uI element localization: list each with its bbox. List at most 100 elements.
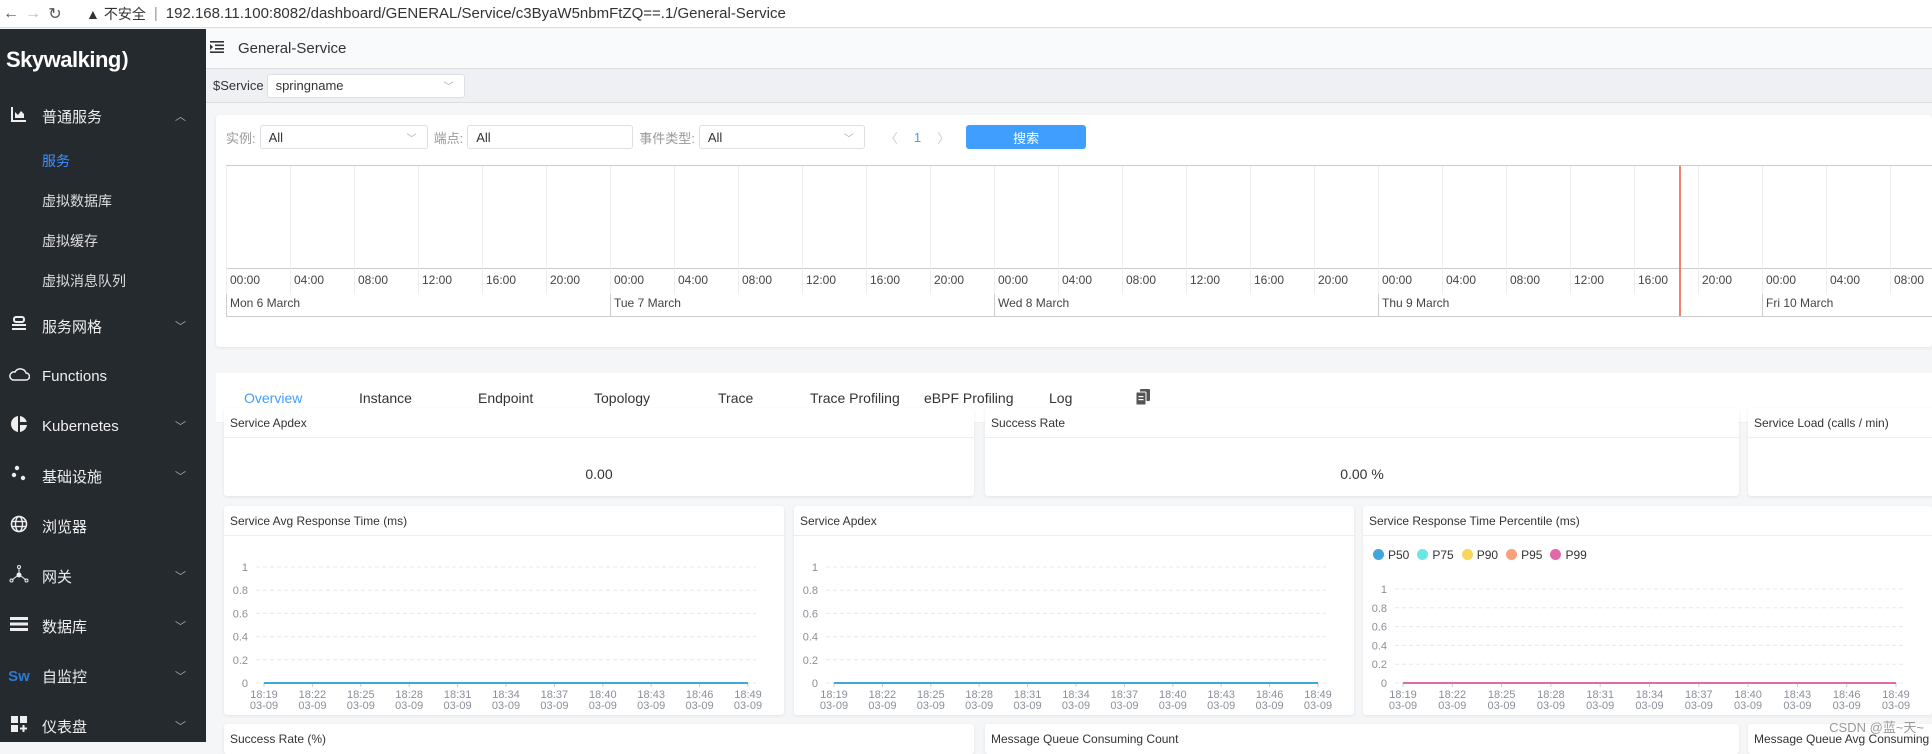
current-page[interactable]: 1 — [914, 130, 921, 145]
tab-trace-profiling[interactable]: Trace Profiling — [810, 390, 900, 406]
timeline-hour: 16:00 — [482, 166, 483, 294]
timeline-hour-label: 12:00 — [806, 273, 836, 287]
timeline-hour-label: 16:00 — [870, 273, 900, 287]
timeline-hour: 08:00 — [738, 166, 739, 294]
y-tick-label: 0 — [1381, 678, 1387, 690]
success-rate-card: Success Rate 0.00 % — [985, 408, 1739, 496]
sidebar-subitem-virtual-cache[interactable]: 虚拟缓存 — [0, 221, 206, 261]
sidebar-item-service-mesh[interactable]: 服务网格 ﹀ — [0, 301, 206, 351]
timeline-hour-label: 20:00 — [934, 273, 964, 287]
tab-ebpf-profiling[interactable]: eBPF Profiling — [924, 390, 1013, 406]
event-filter-bar: 实例: All ﹀ 端点: All 事件类型: All ﹀ 〈 1 〉 搜索 — [226, 125, 1086, 149]
event-type-select[interactable]: All ﹀ — [699, 125, 865, 149]
timeline-hour-label: 16:00 — [486, 273, 516, 287]
timeline-hour-label: 00:00 — [230, 273, 260, 287]
tab-endpoint[interactable]: Endpoint — [478, 390, 533, 406]
timeline-hour: 08:00 — [1890, 166, 1891, 294]
apdex-value: 0.00 — [224, 466, 974, 482]
sidebar-item-label: 服务网格 — [42, 316, 102, 337]
database-icon — [8, 616, 30, 637]
back-icon[interactable]: ← — [0, 5, 22, 23]
collapse-menu-icon[interactable] — [210, 40, 224, 58]
security-warning[interactable]: 不安全 — [104, 4, 146, 24]
x-tick-label: 18:2203-09 — [1438, 689, 1466, 712]
event-timeline[interactable]: Mon 6 March00:0004:0008:0012:0016:0020:0… — [226, 165, 1932, 317]
timeline-hour: 20:00 — [546, 166, 547, 294]
forward-icon[interactable]: → — [22, 5, 44, 23]
timeline-hour: 16:00 — [866, 166, 867, 294]
timeline-day-label: Thu 9 March — [1382, 296, 1449, 310]
chevron-down-icon: ﹀ — [844, 130, 854, 145]
tab-trace[interactable]: Trace — [718, 390, 753, 406]
url-field[interactable]: 192.168.11.100:8082/dashboard/GENERAL/Se… — [166, 5, 786, 22]
instance-select[interactable]: All ﹀ — [260, 125, 428, 149]
x-tick-label: 18:2503-09 — [917, 689, 945, 712]
page-title: General-Service — [238, 40, 346, 57]
x-tick-label: 18:3103-09 — [1586, 689, 1614, 712]
timeline-hour-label: 04:00 — [678, 273, 708, 287]
timeline-hour: 12:00 — [418, 166, 419, 294]
next-page-button[interactable]: 〉 — [937, 128, 950, 147]
timeline-hour: 12:00 — [1186, 166, 1187, 294]
timeline-hour-label: 08:00 — [358, 273, 388, 287]
tab-log[interactable]: Log — [1049, 390, 1072, 406]
skywalking-logo[interactable]: Skywalking) — [0, 29, 206, 91]
x-tick-label: 18:4303-09 — [1207, 689, 1235, 712]
reload-icon[interactable]: ↻ — [44, 4, 66, 24]
tab-instance[interactable]: Instance — [359, 390, 412, 406]
success-rate-chart-card: Success Rate (%) — [224, 724, 974, 754]
timeline-hour-label: 08:00 — [742, 273, 772, 287]
y-tick-label: 0.6 — [1372, 622, 1387, 634]
y-tick-label: 0.6 — [803, 608, 818, 620]
sidebar-item-dashboard[interactable]: 仪表盘 ﹀ — [0, 701, 206, 751]
sidebar-item-self-observability[interactable]: Sw 自监控 ﹀ — [0, 651, 206, 701]
x-tick-label: 18:4003-09 — [589, 689, 617, 712]
y-tick-label: 0.2 — [803, 655, 818, 667]
tab-topology[interactable]: Topology — [594, 390, 650, 406]
instance-select-value: All — [269, 130, 283, 145]
timeline-hour: 04:00 — [674, 166, 675, 294]
card-title: Service Apdex — [794, 506, 1354, 536]
chevron-up-icon: ︿ — [175, 108, 186, 124]
sidebar-item-browser[interactable]: 浏览器 — [0, 501, 206, 551]
timeline-hour-label: 08:00 — [1894, 273, 1924, 287]
tab-overview[interactable]: Overview — [244, 390, 302, 406]
y-tick-label: 0.8 — [1372, 603, 1387, 615]
sidebar-item-infrastructure[interactable]: 基础设施 ﹀ — [0, 451, 206, 501]
sidebar-subitem-virtual-database[interactable]: 虚拟数据库 — [0, 181, 206, 221]
timeline-hour-label: 08:00 — [1510, 273, 1540, 287]
y-tick-label: 0.2 — [233, 655, 248, 667]
copy-icon[interactable] — [1136, 389, 1150, 410]
y-tick-label: 0.4 — [1372, 640, 1387, 652]
timeline-hour: 00:00 — [1762, 166, 1763, 294]
x-tick-label: 18:2203-09 — [298, 689, 326, 712]
sidebar-item-gateway[interactable]: 网关 ﹀ — [0, 551, 206, 601]
infrastructure-icon — [8, 465, 30, 488]
x-tick-label: 18:3703-09 — [1110, 689, 1138, 712]
endpoint-input[interactable]: All — [467, 125, 633, 149]
chevron-down-icon: ﹀ — [175, 468, 186, 484]
sidebar-item-functions[interactable]: Functions — [0, 351, 206, 401]
x-tick-label: 18:4303-09 — [1783, 689, 1811, 712]
pagination: 〈 1 〉 — [885, 128, 950, 147]
sidebar-subitem-virtual-mq[interactable]: 虚拟消息队列 — [0, 261, 206, 301]
y-tick-label: 0.6 — [233, 608, 248, 620]
sidebar-subitem-service[interactable]: 服务 — [0, 141, 206, 181]
prev-page-button[interactable]: 〈 — [885, 128, 898, 147]
kubernetes-icon — [8, 415, 30, 438]
sidebar-item-database[interactable]: 数据库 ﹀ — [0, 601, 206, 651]
logo-text: Skywalking — [6, 47, 121, 73]
sidebar-item-kubernetes[interactable]: Kubernetes ﹀ — [0, 401, 206, 451]
x-tick-label: 18:3403-09 — [1062, 689, 1090, 712]
y-tick-label: 0 — [242, 678, 248, 690]
chart-plot: 00.20.40.60.8118:1903-0918:2203-0918:250… — [794, 537, 1354, 715]
timeline-hour: 04:00 — [1826, 166, 1827, 294]
divider: | — [154, 5, 158, 22]
timeline-hour: 16:00 — [1634, 166, 1635, 294]
mq-consuming-count-card: Message Queue Consuming Count — [985, 724, 1739, 754]
search-button[interactable]: 搜索 — [966, 125, 1086, 149]
timeline-hour: 04:00 — [290, 166, 291, 294]
timeline-hour: 08:00 — [354, 166, 355, 294]
sidebar-item-general-service[interactable]: 普通服务 ︿ — [0, 91, 206, 141]
service-select[interactable]: springname ﹀ — [267, 74, 465, 98]
